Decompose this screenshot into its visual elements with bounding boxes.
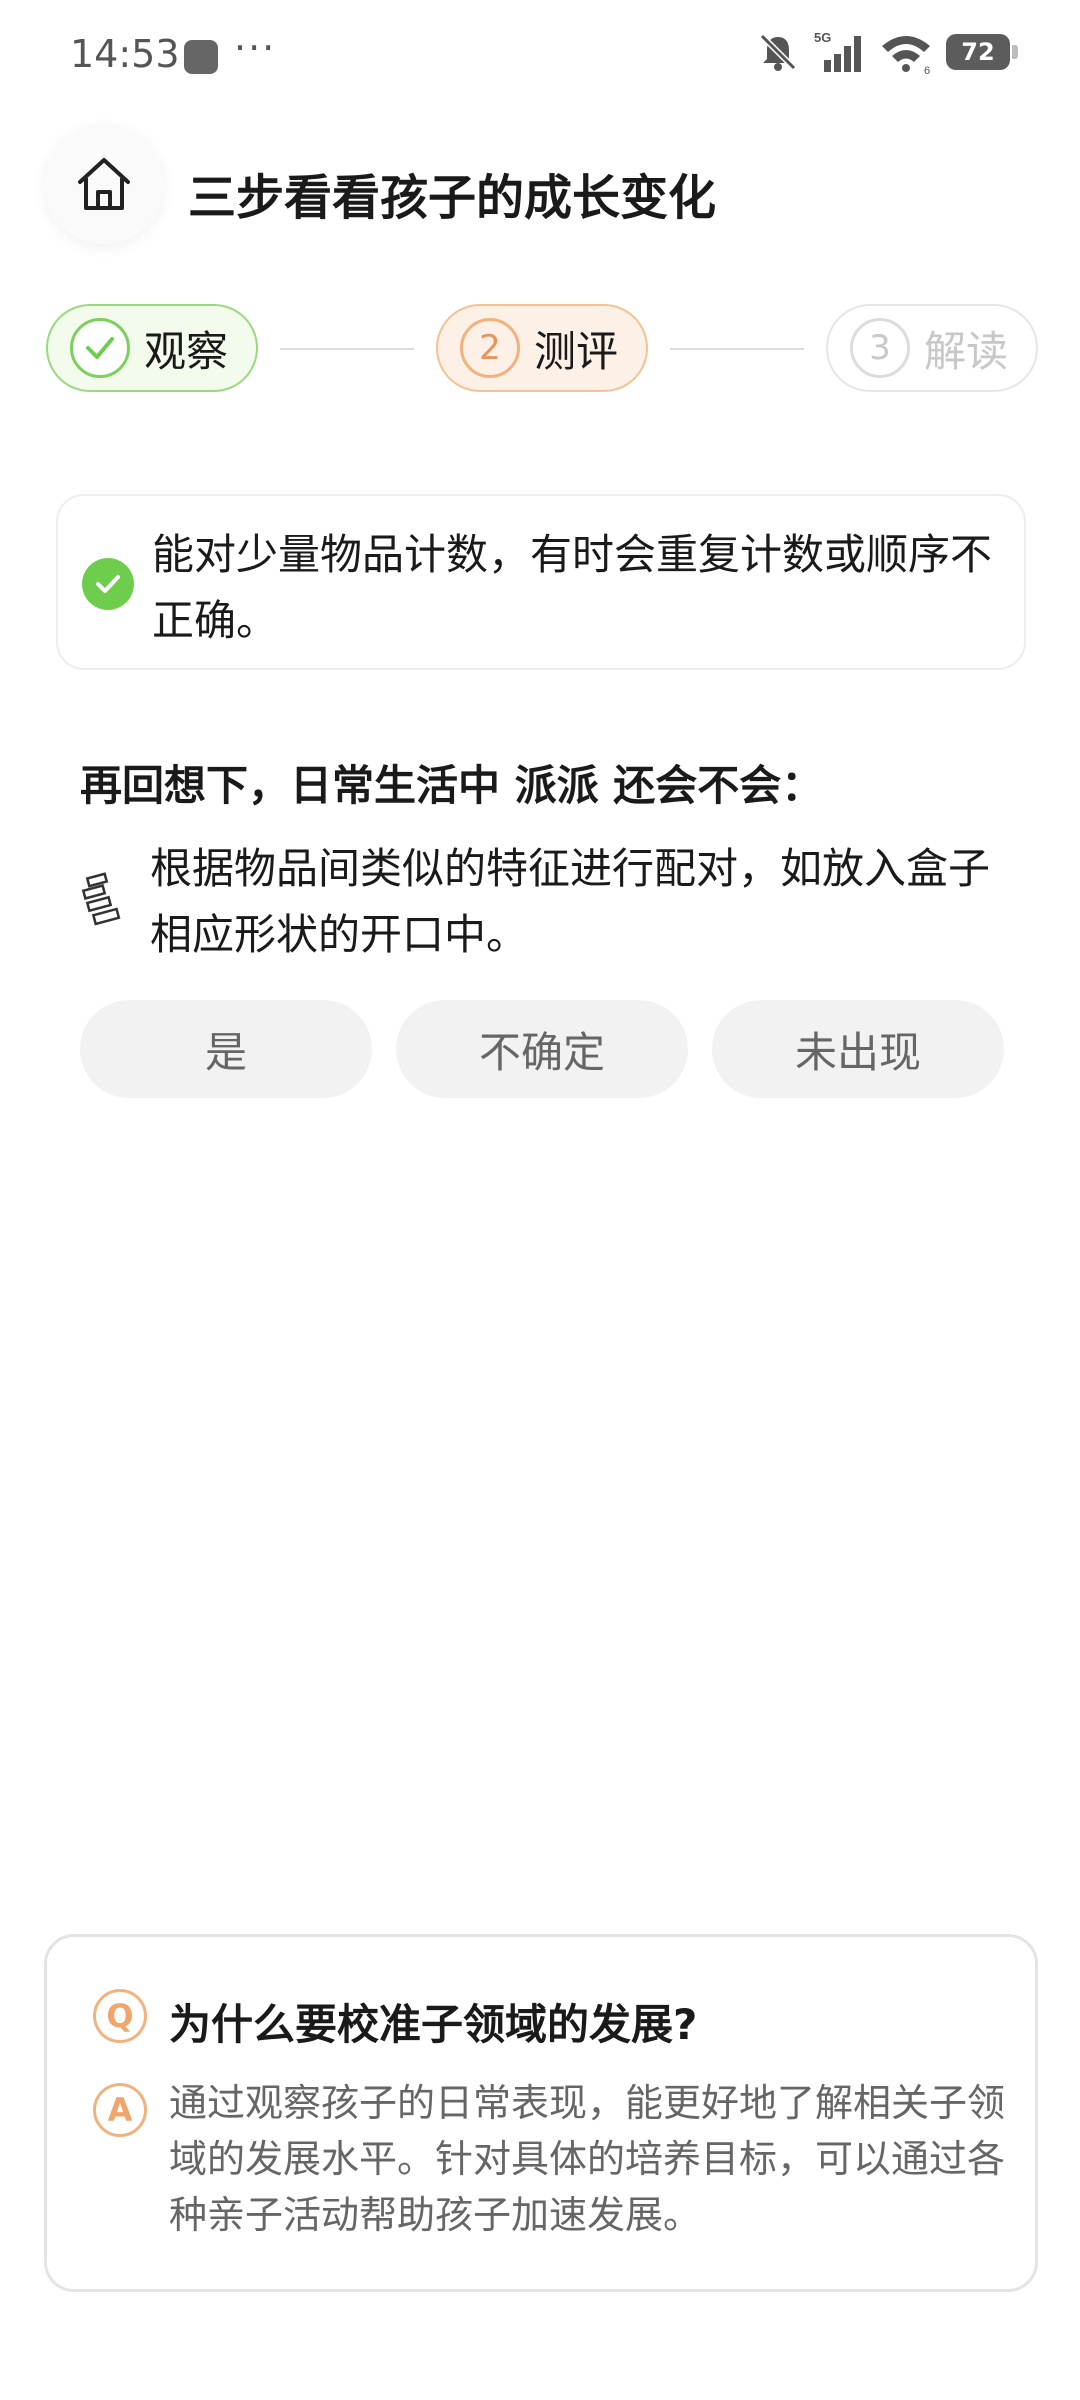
observed-behavior-text: 能对少量物品计数，有时会重复计数或顺序不正确。 xyxy=(152,530,993,645)
bell-muted-icon xyxy=(759,33,797,71)
step-observe[interactable]: 观察 xyxy=(46,304,258,392)
answer-not-seen-button[interactable]: 未出现 xyxy=(712,1000,1004,1098)
question-prompt: 再回想下，日常生活中 派派 还会不会： xyxy=(80,761,824,810)
answer-badge-icon: A xyxy=(93,2083,147,2137)
step-label: 解读 xyxy=(924,326,1009,376)
step-interpret[interactable]: 3 解读 xyxy=(826,304,1038,392)
faq-card: Q 为什么要校准子领域的发展? A 通过观察孩子的日常表现，能更好地了解相关子领… xyxy=(44,1934,1038,2292)
answer-options: 是 不确定 未出现 xyxy=(80,1000,1004,1098)
notification-app-icon xyxy=(184,40,218,74)
stairs-icon xyxy=(81,872,121,926)
step-number: 2 xyxy=(460,318,520,378)
step-connector xyxy=(280,348,414,350)
question-badge-icon: Q xyxy=(93,1989,147,2043)
observed-behavior-card: 能对少量物品计数，有时会重复计数或顺序不正确。 xyxy=(56,494,1026,670)
home-button[interactable] xyxy=(44,124,164,244)
step-assess[interactable]: 2 测评 xyxy=(436,304,648,392)
step-connector xyxy=(670,348,804,350)
status-bar: 14:53 ··· 5G 6 72 xyxy=(0,0,1080,110)
more-notifications-icon: ··· xyxy=(234,26,277,70)
page-title: 三步看看孩子的成长变化 xyxy=(188,170,717,226)
check-icon xyxy=(70,318,130,378)
battery-icon: 72 xyxy=(946,34,1018,70)
answer-yes-button[interactable]: 是 xyxy=(80,1000,372,1098)
faq-answer: 通过观察孩子的日常表现，能更好地了解相关子领域的发展水平。针对具体的培养目标，可… xyxy=(169,2081,1006,2237)
faq-question: 为什么要校准子领域的发展? xyxy=(169,2000,698,2049)
status-time: 14:53 xyxy=(70,32,180,76)
check-circle-icon xyxy=(82,558,134,610)
answer-unsure-button[interactable]: 不确定 xyxy=(396,1000,688,1098)
step-number: 3 xyxy=(850,318,910,378)
wifi-icon: 6 xyxy=(882,36,930,74)
step-label: 观察 xyxy=(144,326,229,376)
wifi-band-label: 6 xyxy=(924,65,930,74)
status-icons: 5G 6 72 xyxy=(756,30,1018,74)
cellular-signal-icon: 5G xyxy=(814,30,861,72)
step-label: 测评 xyxy=(534,326,619,376)
home-icon xyxy=(78,158,130,210)
network-type-label: 5G xyxy=(814,30,831,45)
question-item-text: 根据物品间类似的特征进行配对，如放入盒子相应形状的开口中。 xyxy=(150,844,991,959)
